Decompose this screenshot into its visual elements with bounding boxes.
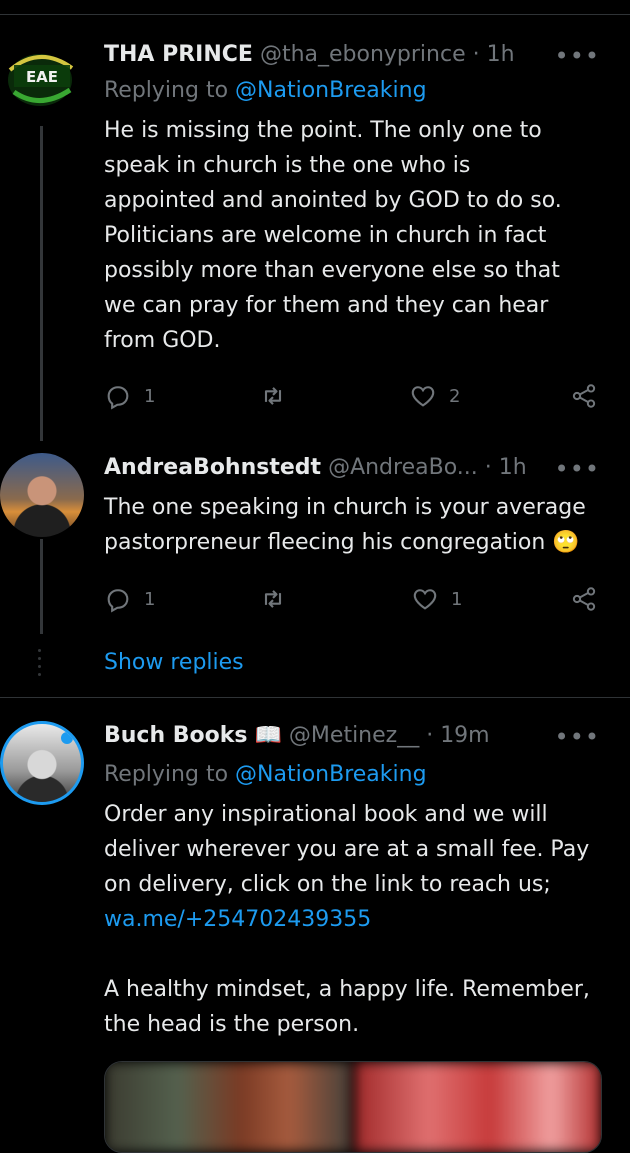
author-name[interactable]: Buch Books — [104, 723, 248, 748]
tweet-header: Buch Books 📖 @Metinez__ · 19m — [104, 721, 490, 751]
show-replies-link[interactable]: Show replies — [104, 650, 244, 675]
like-count: 1 — [451, 588, 463, 610]
media-image[interactable] — [105, 1062, 351, 1152]
eae-logo-icon: EAE — [8, 54, 74, 106]
reply-count: 1 — [144, 588, 156, 610]
tweet-line: Order any inspirational book and we will — [104, 802, 548, 827]
tweet-line: possibly more than everyone else so that — [104, 258, 560, 283]
tweet-andrea[interactable]: AndreaBohnstedt @AndreaBo... · 1h ••• Th… — [0, 453, 630, 693]
replying-to-link[interactable]: @NationBreaking — [235, 762, 427, 787]
tweet-line: The one speaking in church is your avera… — [104, 495, 586, 520]
heart-icon — [413, 589, 437, 610]
tweet-line: speak in church is the one who is — [104, 153, 471, 178]
replying-to: Replying to @NationBreaking — [104, 760, 427, 790]
tweet-header: THA PRINCE @tha_ebonyprince · 1h — [104, 40, 515, 70]
tweet-line: He is missing the point. The only one to — [104, 118, 542, 143]
replying-to-label: Replying to — [104, 762, 229, 787]
thread-line — [40, 126, 43, 441]
share-button[interactable] — [570, 582, 598, 616]
tweet-text: He is missing the point. The only one to… — [104, 113, 609, 358]
retweet-icon — [264, 387, 282, 405]
avatar-text: EAE — [26, 68, 58, 86]
tweet-line: Politicians are welcome in church in fac… — [104, 223, 547, 248]
tweet-line: A healthy mindset, a happy life. Remembe… — [104, 977, 590, 1002]
more-icon[interactable]: ••• — [555, 42, 600, 70]
tweet-text: Order any inspirational book and we will… — [104, 797, 609, 1042]
reply-count: 1 — [144, 385, 156, 407]
whatsapp-link[interactable]: wa.me/+254702439355 — [104, 902, 609, 937]
tweet-line: the head is the person. — [104, 1012, 360, 1037]
eye-roll-emoji: 🙄 — [552, 530, 580, 555]
author-handle[interactable]: @Metinez__ — [289, 723, 419, 748]
author-handle[interactable]: @AndreaBo... — [328, 455, 478, 480]
tweet-text: The one speaking in church is your avera… — [104, 490, 609, 560]
heart-icon — [411, 386, 435, 407]
reply-button[interactable]: 1 — [104, 582, 155, 616]
retweet-button[interactable] — [259, 582, 287, 616]
tweet-line: deliver wherever you are at a small fee.… — [104, 837, 590, 862]
tweet-line: we can pray for them and they can hear — [104, 293, 549, 318]
tweet-time[interactable]: · 1h — [485, 455, 527, 480]
tweet-line-text: pastorpreneur fleecing his congregation — [104, 530, 546, 555]
share-icon — [572, 384, 596, 408]
media-grid[interactable] — [104, 1061, 602, 1153]
like-button[interactable]: 1 — [411, 582, 462, 616]
tweet-actions: 1 2 — [104, 379, 600, 413]
author-name[interactable]: AndreaBohnstedt — [104, 455, 321, 480]
avatar[interactable] — [0, 453, 84, 537]
top-divider — [0, 14, 630, 15]
like-button[interactable]: 2 — [409, 379, 460, 413]
share-button[interactable] — [570, 379, 598, 413]
tweet-time[interactable]: · 1h — [473, 42, 515, 67]
author-name[interactable]: THA PRINCE — [104, 42, 253, 67]
thread-dots — [38, 649, 42, 681]
tweet-tha-prince[interactable]: EAE THA PRINCE @tha_ebonyprince · 1h •••… — [0, 40, 630, 441]
thread-line — [40, 539, 43, 634]
replying-to-link[interactable]: @NationBreaking — [235, 78, 427, 103]
tweet-line: from GOD. — [104, 328, 221, 353]
tweet-line: appointed and anointed by GOD to do so. — [104, 188, 562, 213]
replying-to-label: Replying to — [104, 78, 229, 103]
avatar[interactable] — [0, 721, 84, 805]
tweet-actions: 1 1 — [104, 582, 600, 616]
tweet-header: AndreaBohnstedt @AndreaBo... · 1h — [104, 453, 527, 483]
more-icon[interactable]: ••• — [555, 723, 600, 751]
book-emoji: 📖 — [254, 723, 282, 748]
avatar[interactable]: EAE — [0, 40, 84, 124]
author-handle[interactable]: @tha_ebonyprince — [260, 42, 466, 67]
replying-to: Replying to @NationBreaking — [104, 76, 427, 106]
share-icon — [572, 587, 596, 611]
reply-icon — [107, 386, 129, 410]
retweet-icon — [264, 590, 282, 608]
tweet-line: pastorpreneur fleecing his congregation … — [104, 525, 609, 560]
media-image[interactable] — [355, 1062, 601, 1152]
reply-icon — [107, 589, 129, 613]
like-count: 2 — [449, 385, 461, 407]
tweet-time[interactable]: · 19m — [426, 723, 489, 748]
verified-badge-icon — [61, 732, 73, 744]
tweet-divider — [0, 697, 630, 698]
tweet-line: on delivery, click on the link to reach … — [104, 872, 551, 897]
retweet-button[interactable] — [259, 379, 287, 413]
more-icon[interactable]: ••• — [555, 455, 600, 483]
reply-button[interactable]: 1 — [104, 379, 155, 413]
